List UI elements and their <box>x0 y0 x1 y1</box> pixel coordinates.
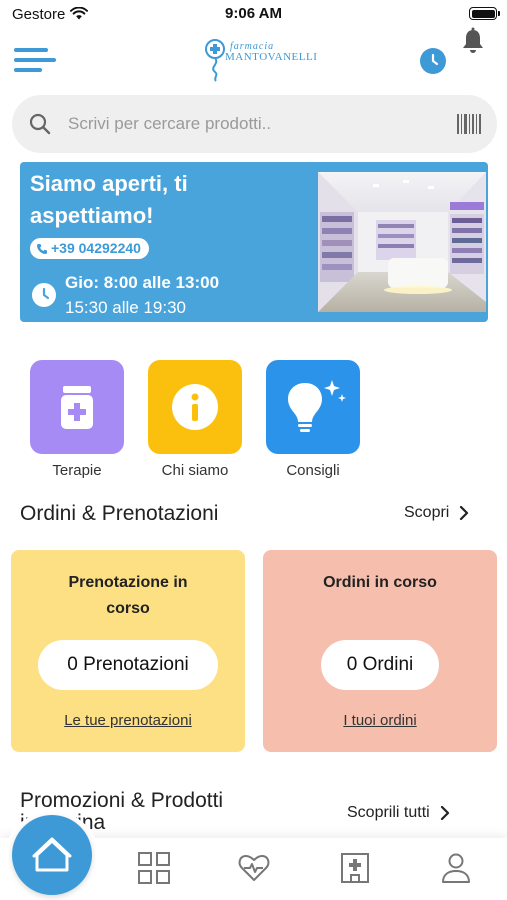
bookings-card[interactable]: Prenotazione in corso 0 Prenotazioni Le … <box>11 550 245 752</box>
my-bookings-link[interactable]: Le tue prenotazioni <box>11 712 245 729</box>
phone-icon <box>37 243 47 254</box>
orders-card[interactable]: Ordini in corso 0 Ordini I tuoi ordini <box>263 550 497 752</box>
bookings-card-title: Prenotazione in corso <box>68 574 188 617</box>
quick-action-label: Chi siamo <box>161 462 229 479</box>
pharmacy-icon[interactable] <box>337 850 373 886</box>
hours-afternoon: 15:30 alle 19:30 <box>65 298 186 317</box>
orders-card-title: Ordini in corso <box>323 574 437 591</box>
user-icon[interactable] <box>438 850 474 886</box>
status-time: 9:06 AM <box>225 5 282 22</box>
discover-link-label: Scopri <box>404 504 450 521</box>
phone-number: +39 04292240 <box>51 240 141 256</box>
battery-icon <box>469 7 500 20</box>
search-input[interactable] <box>68 108 438 140</box>
quick-action-label: Terapie <box>52 462 102 479</box>
home-icon <box>32 837 72 872</box>
chevron-right-icon <box>460 506 469 520</box>
grid-icon[interactable] <box>136 850 172 886</box>
opening-hours-banner: Siamo aperti, ti aspettiamo! +39 0429224… <box>20 162 488 322</box>
pharmacy-logo: farmacia MANTOVANELLI <box>203 38 317 82</box>
quick-action-chi-siamo[interactable]: Chi siamo <box>148 360 242 479</box>
chi-siamo-tile[interactable] <box>148 360 242 454</box>
terapie-tile[interactable] <box>30 360 124 454</box>
banner-title: Siamo aperti, ti aspettiamo! <box>30 171 188 228</box>
hours-morning: Gio: 8:00 alle 13:00 <box>65 273 220 292</box>
opening-hours-button[interactable] <box>420 48 446 74</box>
search-bar[interactable] <box>12 95 497 153</box>
tab-home[interactable] <box>12 815 92 895</box>
bell-icon[interactable] <box>461 27 485 55</box>
info-icon <box>172 384 218 430</box>
bookings-count[interactable]: 0 Prenotazioni <box>38 640 218 690</box>
orders-section-title: Ordini & Prenotazioni <box>20 502 219 525</box>
lightbulb-icon <box>288 380 346 432</box>
status-bar: Gestore 9:06 AM <box>0 0 507 30</box>
logo-text-main: MANTOVANELLI <box>225 51 318 63</box>
search-icon <box>29 113 51 135</box>
quick-action-consigli[interactable]: Consigli <box>266 360 360 479</box>
menu-icon[interactable] <box>14 46 58 76</box>
pharmacy-interior-photo <box>318 172 486 312</box>
discover-all-link[interactable]: Scoprili tutti <box>347 804 450 822</box>
quick-action-label: Consigli <box>286 462 340 479</box>
heart-pulse-icon[interactable] <box>236 850 272 886</box>
discover-link[interactable]: Scopri <box>404 504 469 522</box>
quick-action-terapie[interactable]: Terapie <box>30 360 124 479</box>
phone-chip[interactable]: +39 04292240 <box>30 238 149 259</box>
clock-icon <box>431 53 439 66</box>
orders-count[interactable]: 0 Ordini <box>321 640 439 690</box>
logo-mark-icon <box>205 39 225 82</box>
chevron-right-icon <box>440 806 449 820</box>
barcode-scanner-icon[interactable] <box>456 113 482 135</box>
discover-all-label: Scoprili tutti <box>347 804 430 821</box>
medicine-jar-icon <box>61 386 93 429</box>
clock-icon <box>32 283 56 307</box>
my-orders-link[interactable]: I tuoi ordini <box>263 712 497 729</box>
consigli-tile[interactable] <box>266 360 360 454</box>
